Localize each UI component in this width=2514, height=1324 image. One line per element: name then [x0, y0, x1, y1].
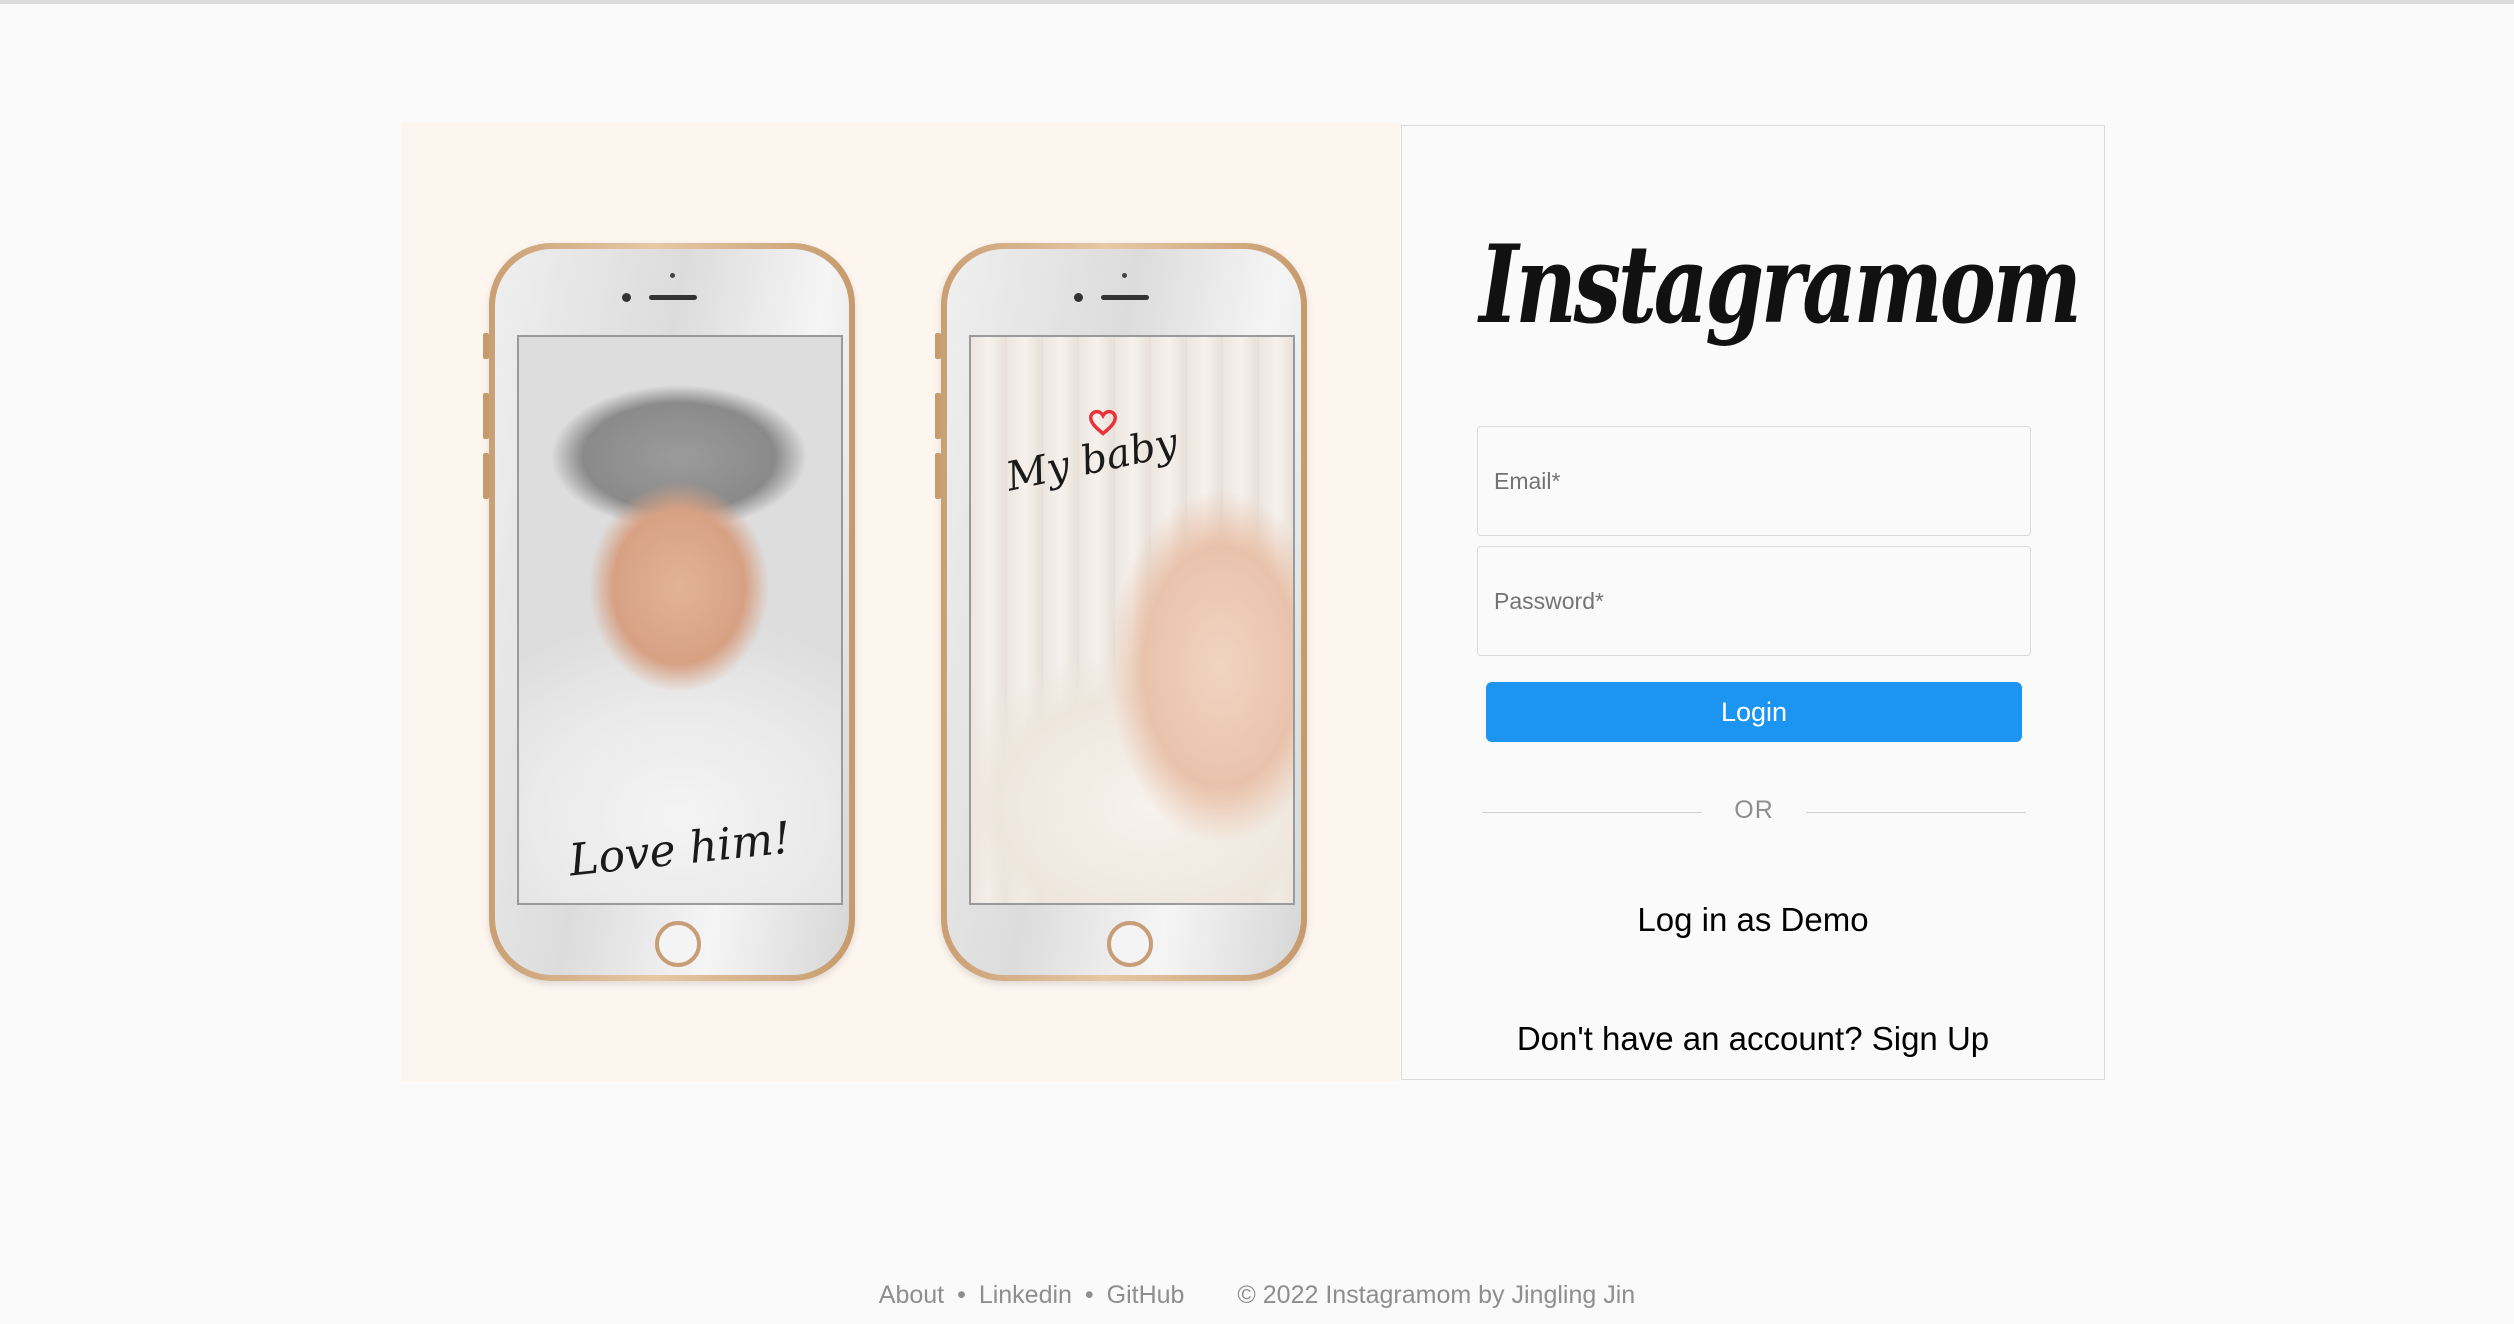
signup-prompt: Don't have an account?	[1516, 1020, 1863, 1057]
phone-body: Love him!	[495, 249, 849, 975]
page: Love him! My baby Instagramom Email* Log…	[0, 0, 2514, 1324]
login-card: Instagramom Login OR Log in as Demo Don'…	[1401, 125, 2105, 1080]
divider-line	[1806, 812, 2026, 813]
home-button	[655, 921, 701, 967]
brand-logo: Instagramom	[1479, 222, 2082, 348]
divider-line	[1482, 812, 1702, 813]
phone-side-button	[483, 453, 489, 499]
footer-separator: •	[1084, 1281, 1094, 1309]
footer-link-about[interactable]: About	[879, 1281, 944, 1309]
login-button[interactable]: Login	[1486, 682, 2022, 742]
phone-side-button	[483, 393, 489, 439]
footer-link-linkedin[interactable]: Linkedin	[979, 1281, 1072, 1309]
phone-screen-photo-baby-sleeping: My baby	[969, 335, 1295, 905]
phone-body: My baby	[947, 249, 1301, 975]
password-field-wrapper	[1477, 546, 2031, 656]
front-sensor	[670, 273, 675, 278]
password-input[interactable]	[1478, 547, 2030, 655]
front-sensor	[1122, 273, 1127, 278]
email-input[interactable]	[1478, 427, 2030, 535]
phone-side-button	[935, 393, 941, 439]
demo-login-link[interactable]: Log in as Demo	[1402, 901, 2104, 939]
footer-separator: •	[957, 1281, 966, 1309]
phone-mockup-right: My baby	[935, 243, 1307, 981]
heart-shape	[1089, 409, 1117, 436]
signup-row: Don't have an account? Sign Up	[1402, 1020, 2104, 1058]
speaker-grille	[1101, 295, 1149, 300]
phone-screen-photo-baby-hat: Love him!	[517, 335, 843, 905]
home-button	[1107, 921, 1153, 967]
footer-copyright: © 2022 Instagramom by Jingling Jin	[1237, 1281, 1636, 1309]
phone-showcase: Love him! My baby	[401, 123, 1400, 1081]
camera-icon	[1074, 293, 1083, 302]
screen-caption: Love him!	[566, 812, 794, 887]
email-field-wrapper	[1477, 426, 2031, 536]
or-divider-text: OR	[1734, 796, 1774, 824]
phone-side-button	[935, 453, 941, 499]
speaker-grille	[649, 295, 697, 300]
phone-side-button	[935, 333, 941, 359]
phone-side-button	[483, 333, 489, 359]
footer: About • Linkedin • GitHub © 2022 Instagr…	[0, 1281, 2514, 1310]
phone-mockup-left: Love him!	[483, 243, 855, 981]
camera-icon	[622, 293, 631, 302]
footer-link-github[interactable]: GitHub	[1107, 1281, 1185, 1309]
signup-link[interactable]: Sign Up	[1872, 1020, 1989, 1057]
